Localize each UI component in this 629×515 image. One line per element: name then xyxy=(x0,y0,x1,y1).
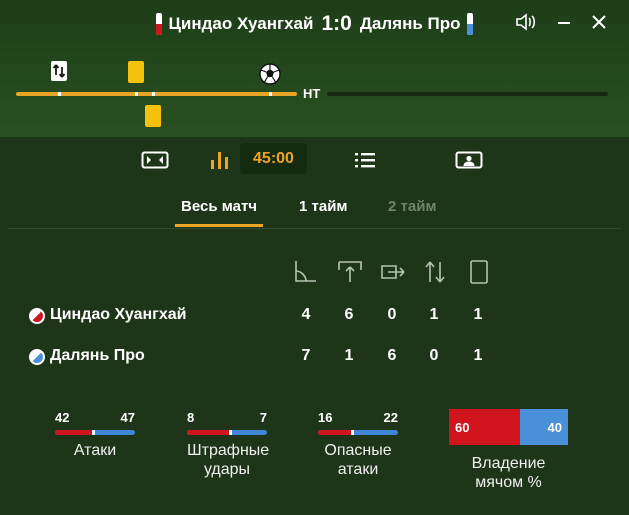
stats-chart-icon[interactable] xyxy=(206,143,234,176)
home-share-fill xyxy=(187,430,230,435)
dangerous-attacks-stat: 16 22 Опасные атаки xyxy=(318,410,398,479)
substitution-event-icon[interactable] xyxy=(50,60,68,87)
home-possession: 60 xyxy=(449,409,521,445)
corners-value: 7 xyxy=(301,347,311,364)
timeline-tick xyxy=(58,92,61,96)
away-team-badge xyxy=(29,349,45,365)
goal-kicks-value: 6 xyxy=(344,306,354,323)
cards-value: 1 xyxy=(473,347,483,364)
away-team-name: Далянь Про xyxy=(359,14,461,33)
yellow-card-event-icon[interactable] xyxy=(128,61,144,83)
away-value: 22 xyxy=(383,410,398,425)
stat-label: Штрафные удары xyxy=(187,442,270,478)
stats-header-icons xyxy=(0,258,629,286)
cards-value: 1 xyxy=(473,306,483,323)
events-list-icon[interactable] xyxy=(352,143,378,176)
goal-ball-event-icon[interactable] xyxy=(259,63,281,90)
substitution-icon xyxy=(422,258,448,286)
home-value: 8 xyxy=(187,410,195,425)
stat-label: Опасные атаки xyxy=(324,442,392,478)
match-clock: 45:00 xyxy=(240,143,307,174)
comparison-bar xyxy=(55,430,135,435)
stat-label: Атаки xyxy=(73,442,117,459)
away-value: 47 xyxy=(120,410,135,425)
first-half-timeline xyxy=(16,92,297,96)
offside-icon xyxy=(380,258,406,286)
possession-label: Владение мячом % xyxy=(471,455,546,491)
tab-first-half[interactable]: 1 тайм xyxy=(299,198,348,215)
tab-second-half[interactable]: 2 тайм xyxy=(388,198,437,215)
substitutions-value: 0 xyxy=(429,347,439,364)
free-kicks-stat: 8 7 Штрафные удары xyxy=(187,410,270,479)
stats-row-home: Циндао Хуангхай 4 6 0 1 1 xyxy=(0,304,629,328)
goal-kicks-value: 1 xyxy=(344,347,354,364)
view-toolbar: 45:00 xyxy=(0,143,629,176)
offsides-value: 0 xyxy=(387,306,397,323)
second-half-timeline xyxy=(327,92,608,96)
match-header-panel: Циндао Хуангхай 1:0 Далянь Про HT xyxy=(0,0,629,137)
away-possession: 40 xyxy=(520,409,568,445)
yellow-card-event-icon[interactable] xyxy=(145,105,161,127)
possession-bar: 60 40 xyxy=(449,409,568,445)
away-team-flag xyxy=(466,13,473,35)
home-value: 16 xyxy=(318,410,333,425)
offsides-value: 6 xyxy=(387,347,397,364)
goal-kick-icon xyxy=(337,258,363,286)
corners-value: 4 xyxy=(301,306,311,323)
half-time-label: HT xyxy=(303,86,321,101)
home-share-fill xyxy=(318,430,352,435)
team-name: Далянь Про xyxy=(50,347,145,364)
home-team-flag xyxy=(156,13,163,35)
timeline-tick xyxy=(269,92,272,96)
home-team-badge xyxy=(29,308,45,324)
period-tabs: Весь матч 1 тайм 2 тайм xyxy=(0,198,629,228)
divider xyxy=(8,228,621,229)
bar-divider xyxy=(228,430,232,435)
team-name: Циндао Хуангхай xyxy=(50,306,187,323)
timeline-tick xyxy=(152,92,155,96)
attacks-stat: 42 47 Атаки xyxy=(55,410,135,460)
timeline-tick xyxy=(135,92,138,96)
home-value: 42 xyxy=(55,410,70,425)
possession-stat: 60 40 Владение мячом % xyxy=(449,409,568,492)
comparison-bar xyxy=(318,430,398,435)
match-score: 1:0 xyxy=(321,12,352,35)
lineups-icon[interactable] xyxy=(454,143,484,176)
home-team-name: Циндао Хуангхай xyxy=(168,14,314,33)
corner-icon xyxy=(293,258,319,286)
minimize-icon[interactable] xyxy=(557,12,571,36)
tab-full-match[interactable]: Весь матч xyxy=(174,198,264,227)
volume-icon[interactable] xyxy=(515,12,537,36)
comparison-bar xyxy=(187,430,267,435)
field-view-icon[interactable] xyxy=(140,143,170,176)
stats-row-away: Далянь Про 7 1 6 0 1 xyxy=(0,345,629,369)
home-share-fill xyxy=(55,430,93,435)
away-value: 7 xyxy=(259,410,267,425)
bar-divider xyxy=(91,430,95,435)
window-controls xyxy=(515,12,607,36)
substitutions-value: 1 xyxy=(429,306,439,323)
close-icon[interactable] xyxy=(591,12,607,36)
card-icon xyxy=(466,258,492,286)
bar-divider xyxy=(350,430,354,435)
